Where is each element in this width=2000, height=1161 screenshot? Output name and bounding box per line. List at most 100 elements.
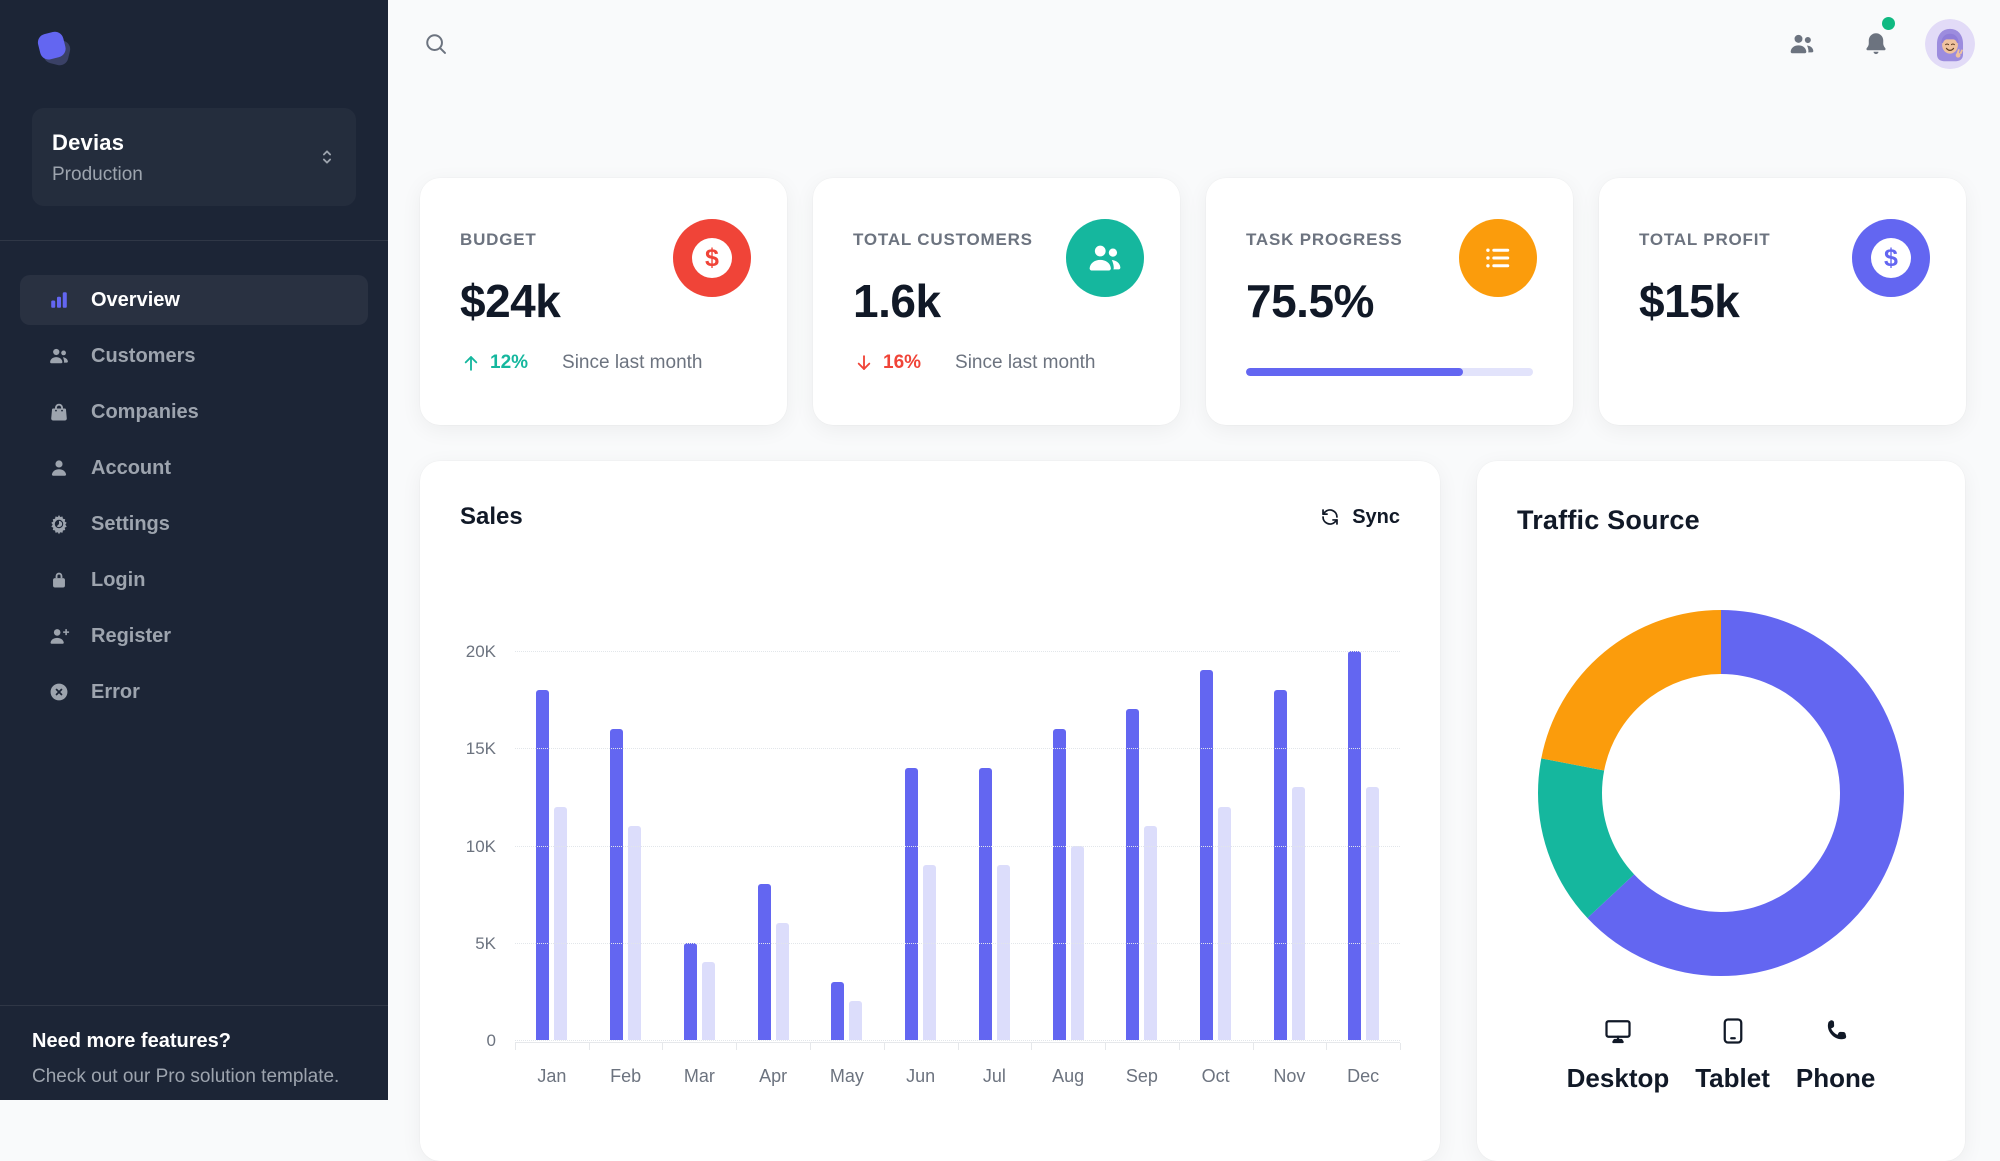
bar [683, 942, 697, 1040]
gridline [515, 845, 1400, 847]
bar [1052, 728, 1066, 1040]
workspace-selector[interactable]: Devias Production [32, 108, 356, 206]
task-progress-bar [1246, 368, 1533, 376]
x-tick-label: Apr [759, 1066, 788, 1086]
sales-card: Sales Sync 0 5K 10K 15K 20K Jan Feb Mar Apr May J… [420, 461, 1440, 1161]
bar [701, 962, 715, 1040]
bar [610, 728, 624, 1040]
gear-icon [48, 513, 70, 535]
axis-tick [883, 1043, 885, 1050]
traffic-donut-chart [1538, 610, 1904, 976]
axis-tick [1326, 1043, 1328, 1050]
traffic-source-card: Traffic Source Desktop Tablet Phone [1477, 461, 1965, 1161]
sidebar-item-register[interactable]: Register [20, 611, 368, 661]
total-customers-card: TOTAL CUSTOMERS 1.6k 16% Since last mont… [813, 178, 1180, 425]
total-profit-card: TOTAL PROFIT $15k $ [1599, 178, 1966, 425]
sidebar-item-label: Settings [91, 512, 170, 535]
sales-title: Sales [460, 503, 523, 530]
axis-tick [588, 1043, 590, 1050]
sync-label: Sync [1352, 505, 1400, 528]
bar [757, 884, 771, 1040]
sidebar-item-settings[interactable]: Settings [20, 499, 368, 549]
users-icon [1066, 219, 1144, 297]
traffic-title: Traffic Source [1517, 505, 1700, 535]
currency-dollar-icon: $ [673, 219, 751, 297]
x-tick-label: May [829, 1066, 864, 1086]
x-axis-labels: Jan Feb Mar Apr May Jun Jul Aug Sep Oct Nov Dec [515, 1066, 1400, 1087]
sidebar-item-label: Overview [91, 288, 180, 311]
bar [775, 923, 789, 1040]
sidebar-item-overview[interactable]: Overview [20, 275, 368, 325]
task-progress-card: TASK PROGRESS 75.5% [1206, 178, 1573, 425]
tablet-icon [1718, 1016, 1748, 1046]
y-axis-labels: 0 5K 10K 15K 20K [460, 642, 496, 1050]
axis-tick [1104, 1043, 1106, 1050]
devias-logo-icon[interactable] [32, 28, 78, 74]
sync-button[interactable]: Sync [1319, 506, 1400, 529]
bar [923, 864, 937, 1040]
shopping-bag-icon [48, 401, 70, 423]
legend-label: Desktop [1566, 1063, 1670, 1093]
legend-item-phone: Phone [1796, 1016, 1875, 1094]
sidebar-item-account[interactable]: Account [20, 443, 368, 493]
bar [1218, 806, 1232, 1040]
bar [554, 806, 568, 1040]
y-tick-label: 20K [465, 642, 496, 661]
avatar[interactable] [1925, 19, 1975, 69]
desktop-icon [1603, 1016, 1633, 1046]
axis-tick [809, 1043, 811, 1050]
user-plus-icon [48, 625, 70, 647]
sidebar-item-error[interactable]: Error [20, 667, 368, 717]
arrow-down-icon [853, 352, 875, 374]
bar [536, 689, 550, 1040]
y-tick-label: 15K [465, 739, 496, 759]
legend-label: Phone [1795, 1063, 1876, 1093]
y-tick-label: 0 [486, 1031, 496, 1050]
footer-subtitle[interactable]: Check out our Pro solution template. [32, 1066, 356, 1088]
trend-value: 16% [883, 352, 922, 373]
lock-icon [48, 569, 70, 591]
sidebar-footer: Need more features? Check out our Pro so… [32, 1030, 356, 1088]
sidebar-item-label: Login [91, 568, 146, 591]
bell-icon[interactable] [1862, 30, 1890, 58]
sidebar-item-label: Error [91, 680, 140, 703]
sidebar-item-login[interactable]: Login [20, 555, 368, 605]
axis-tick [1031, 1043, 1033, 1050]
sidebar-item-companies[interactable]: Companies [20, 387, 368, 437]
trend-value: 12% [490, 352, 529, 373]
bar [628, 826, 642, 1040]
phone-icon [1821, 1016, 1851, 1046]
bar [978, 767, 992, 1040]
sidebar: Devias Production Overview Customers Com [0, 0, 388, 1100]
bar [1200, 670, 1214, 1040]
search-icon[interactable] [422, 30, 450, 58]
gridline [515, 942, 1400, 944]
x-circle-icon [48, 681, 70, 703]
bar [831, 981, 845, 1040]
arrow-up-icon [460, 352, 482, 374]
y-tick-label: 5K [475, 933, 496, 953]
axis-tick [957, 1043, 959, 1050]
y-tick-label: 10K [465, 836, 496, 856]
sales-bar-chart: 0 5K 10K 15K 20K Jan Feb Mar Apr May Jun Jul Aug Sep… [460, 642, 1401, 1086]
sidebar-footer-divider [0, 1005, 388, 1006]
user-icon [48, 457, 70, 479]
bar [1126, 709, 1140, 1040]
contacts-icon[interactable] [1788, 30, 1816, 58]
sidebar-item-label: Companies [91, 400, 199, 423]
list-bullet-icon [1459, 219, 1537, 297]
sidebar-item-label: Account [91, 456, 171, 479]
workspace-environment: Production [52, 164, 143, 185]
currency-dollar-icon: $ [1852, 219, 1930, 297]
x-tick-label: Mar [683, 1066, 715, 1086]
gridline [515, 748, 1400, 750]
x-tick-label: Feb [610, 1066, 642, 1086]
budget-card: BUDGET $24k $ 12% Since last month [420, 178, 787, 425]
notification-dot [1882, 17, 1895, 30]
sidebar-nav: Overview Customers Companies Account Set… [20, 275, 368, 723]
sidebar-item-customers[interactable]: Customers [20, 331, 368, 381]
axis-tick [1178, 1043, 1180, 1050]
bar [1144, 826, 1158, 1040]
trend-caption: Since last month [955, 352, 1096, 373]
x-tick-label: Nov [1273, 1066, 1306, 1086]
